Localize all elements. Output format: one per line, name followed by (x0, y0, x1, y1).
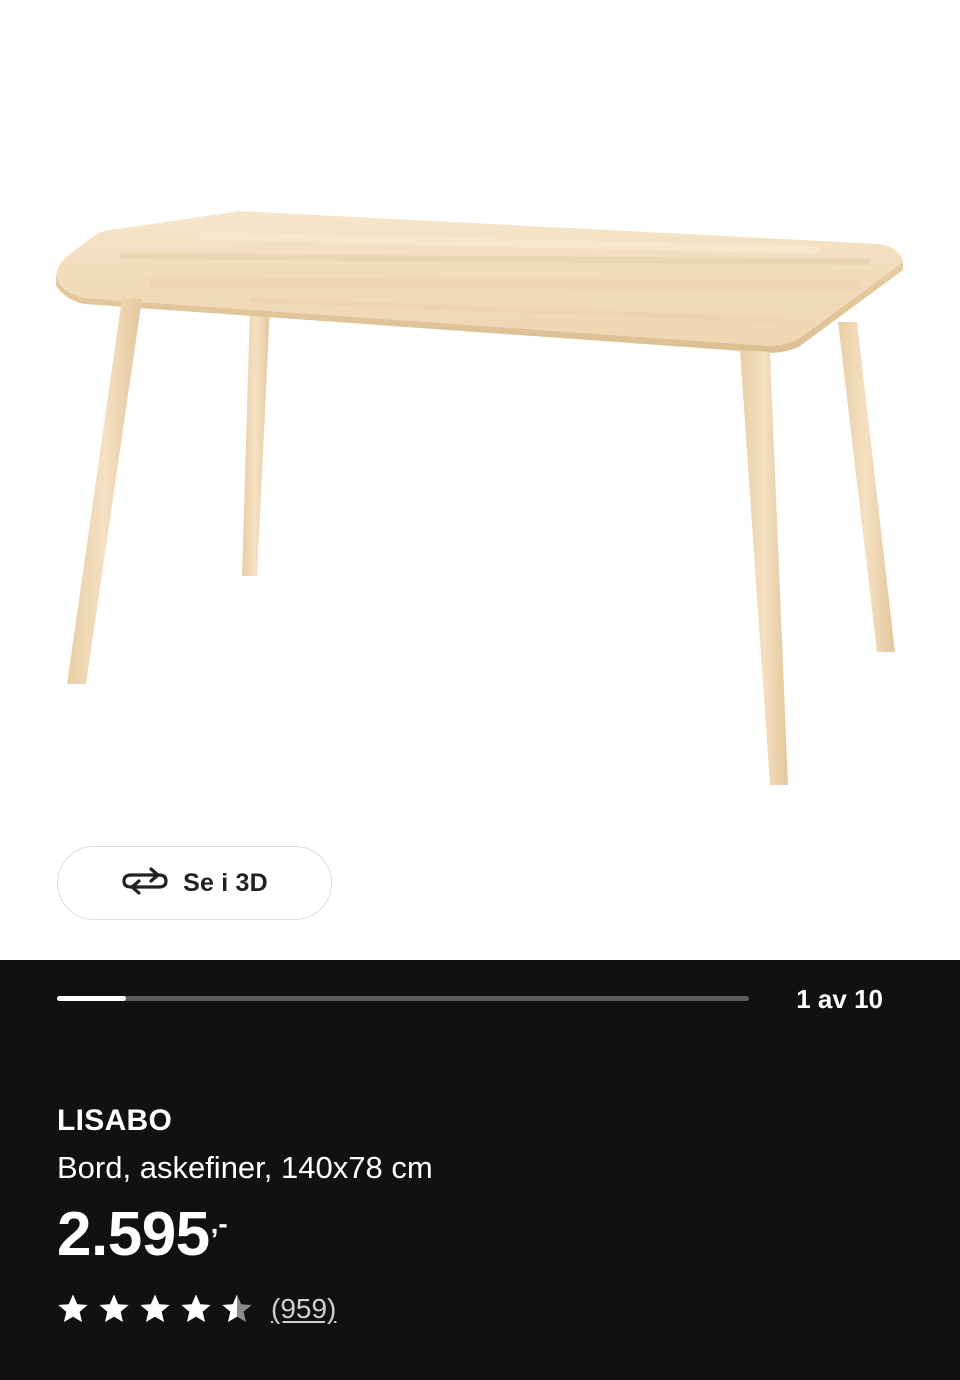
price-suffix: ,- (210, 1208, 228, 1239)
product-image-area[interactable]: Se i 3D (0, 0, 960, 960)
view-in-3d-label: Se i 3D (183, 868, 268, 897)
product-name: LISABO (57, 1104, 173, 1137)
star-half-icon (222, 1294, 252, 1322)
price-value: 2.595 (57, 1200, 210, 1269)
rotate-3d-icon (121, 866, 169, 901)
rating[interactable]: (959) (57, 1292, 336, 1326)
product-info-panel: 1 av 10 LISABO Bord, askefiner, 140x78 c… (0, 960, 960, 1380)
rating-stars (57, 1293, 253, 1325)
product-description: Bord, askefiner, 140x78 cm (57, 1150, 433, 1185)
star-full-icon (99, 1294, 129, 1322)
review-count-link[interactable]: (959) (271, 1293, 336, 1325)
gallery-progress-fill (57, 996, 127, 1001)
price: 2.595 ,- (57, 1200, 228, 1270)
product-image-table (56, 211, 903, 785)
image-counter: 1 av 10 (796, 984, 883, 1014)
gallery-progress-bar[interactable] (57, 996, 749, 1001)
star-full-icon (58, 1294, 88, 1322)
view-in-3d-button[interactable]: Se i 3D (57, 846, 332, 920)
star-full-icon (140, 1294, 170, 1322)
star-full-icon (181, 1294, 211, 1322)
